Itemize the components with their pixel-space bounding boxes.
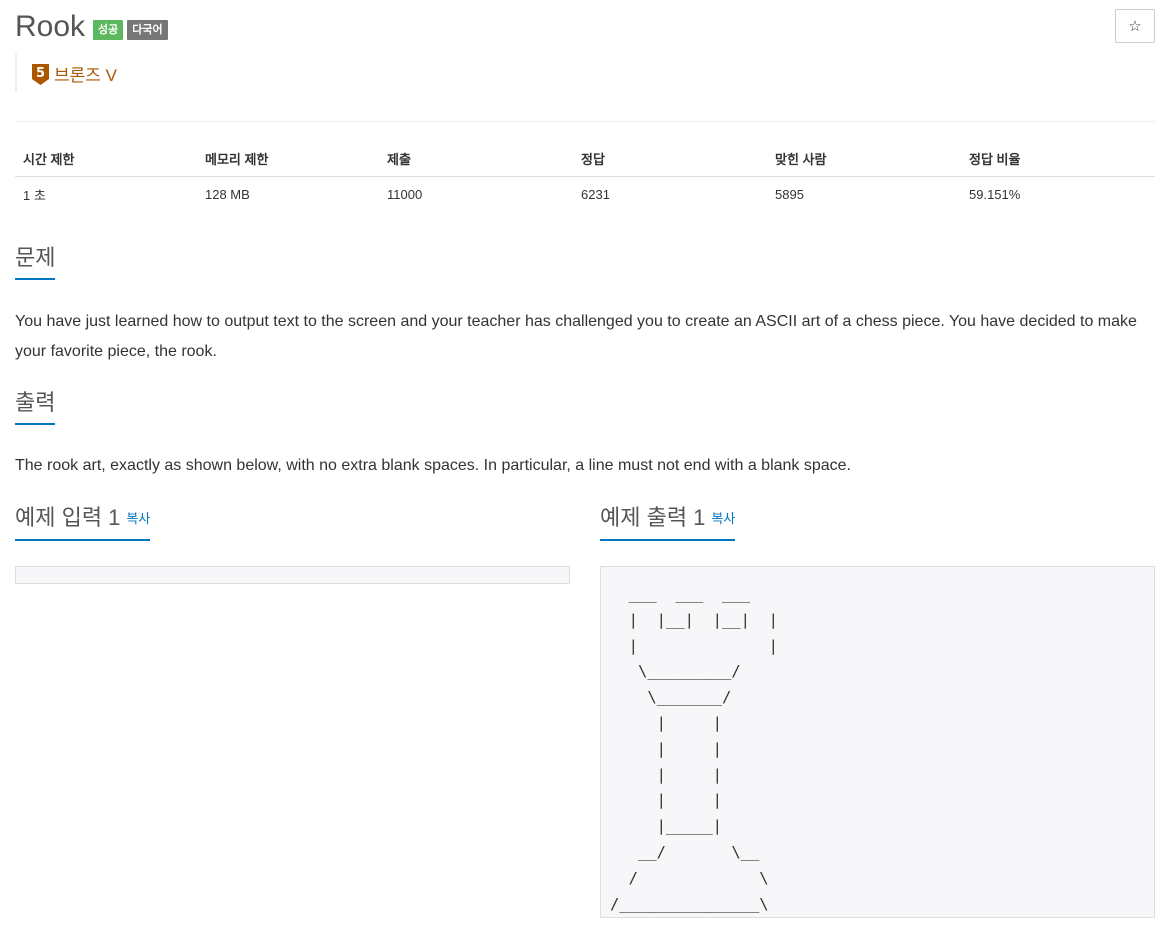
favorite-button[interactable]: ☆	[1115, 9, 1155, 43]
sample-output-box[interactable]: ___ ___ ___ | |__| |__| | | | \_________…	[600, 566, 1155, 918]
section-divider	[15, 279, 1155, 280]
table-cell: 59.151%	[969, 186, 1021, 202]
sample-input-box[interactable]	[15, 566, 570, 584]
tier-name[interactable]: 브론즈 V	[54, 61, 117, 86]
output-description: The rook art, exactly as shown below, wi…	[15, 457, 851, 474]
table-header-row: 시간 제한 메모리 제한 제출 정답 맞힌 사람 정답 비율	[15, 141, 1155, 177]
table-header: 정답 비율	[961, 141, 1155, 177]
table-cell: 128 MB	[205, 186, 250, 202]
sample-output-header: 예제 출력 1 복사	[600, 504, 1155, 542]
status-badge: 성공	[93, 20, 124, 40]
description-section-header: 문제	[15, 244, 1155, 280]
tier-level-text: 5	[36, 66, 45, 81]
section-title: 예제 입력 1 복사	[15, 504, 151, 542]
table-cell: 1 초	[23, 187, 46, 203]
table-header: 메모리 제한	[197, 141, 379, 177]
output-section-header: 출력	[15, 389, 1155, 425]
table-cell[interactable]: 11000	[379, 176, 573, 212]
sample-input-header: 예제 입력 1 복사	[15, 504, 570, 542]
table-header: 맞힌 사람	[767, 141, 961, 177]
bronze-tier-icon: 5	[32, 63, 49, 85]
copy-button[interactable]: 복사	[711, 511, 735, 526]
sample-input-title: 예제 입력 1	[15, 505, 121, 530]
problem-stats-table: 시간 제한 메모리 제한 제출 정답 맞힌 사람 정답 비율 1 초 128 M…	[15, 141, 1155, 212]
copy-button[interactable]: 복사	[126, 511, 150, 526]
table-header: 시간 제한	[15, 141, 197, 177]
table-header: 정답	[573, 141, 767, 177]
divider	[15, 121, 1155, 122]
language-badge: 다국어	[127, 20, 168, 40]
sample-output-text: ___ ___ ___ | |__| |__| | | | \_________…	[610, 585, 778, 913]
table-row: 1 초 128 MB 11000 6231 5895 59.151%	[15, 176, 1155, 212]
star-icon: ☆	[1128, 18, 1142, 35]
table-header: 제출	[379, 141, 573, 177]
section-title: 예제 출력 1 복사	[600, 504, 736, 542]
tier-info: 5 브론즈 V	[15, 54, 117, 92]
section-title: 문제	[15, 244, 56, 280]
sample-output-title: 예제 출력 1	[600, 505, 706, 530]
section-divider	[15, 424, 1155, 425]
problem-header: Rook 성공 다국어	[15, 10, 168, 44]
problem-description: You have just learned how to output text…	[15, 313, 1137, 360]
table-cell[interactable]: 6231	[573, 176, 767, 212]
section-title: 출력	[15, 389, 56, 425]
problem-title: Rook	[15, 10, 86, 43]
table-cell[interactable]: 5895	[767, 176, 961, 212]
